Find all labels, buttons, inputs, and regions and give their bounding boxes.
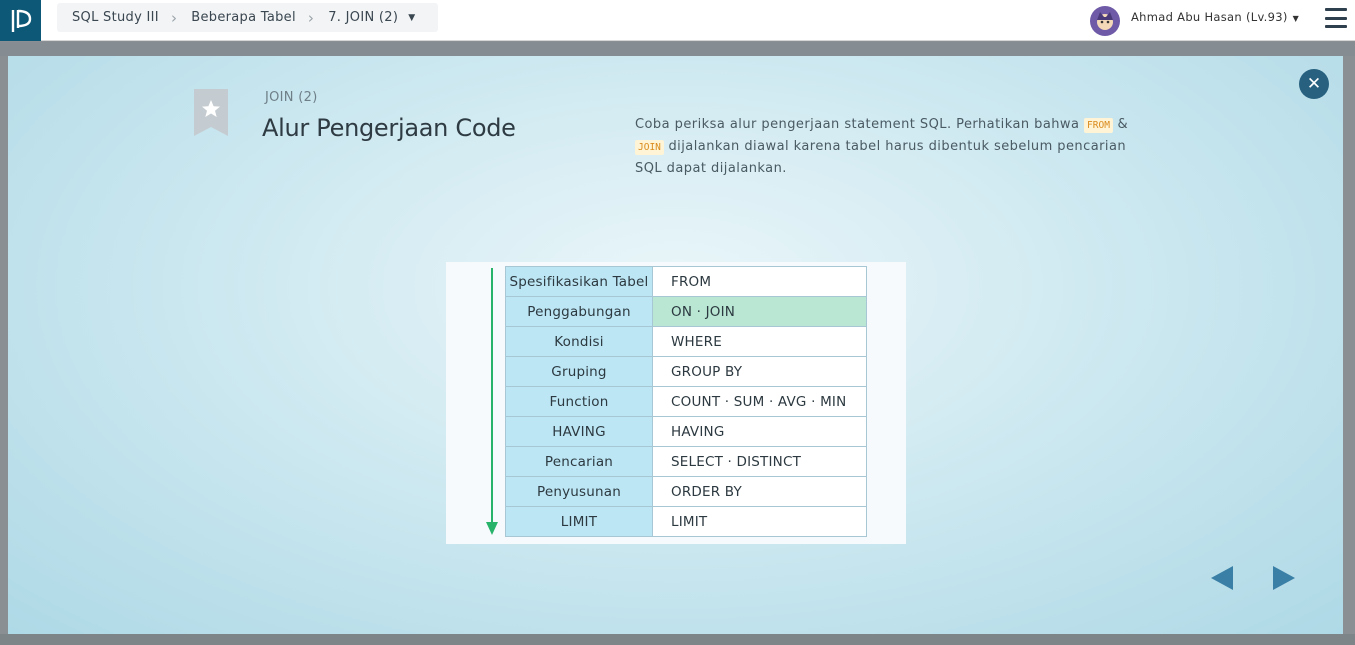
avatar[interactable]: [1090, 6, 1120, 36]
flow-step-label: Gruping: [505, 356, 653, 387]
bookmark-icon[interactable]: [194, 89, 228, 136]
table-row: HAVING HAVING: [505, 416, 867, 447]
caret-down-icon[interactable]: ▼: [408, 13, 415, 23]
description-text: &: [1112, 117, 1129, 132]
chevron-right-icon: ›: [307, 8, 315, 27]
close-icon[interactable]: ✕: [1299, 69, 1329, 99]
flow-step-keyword: ORDER BY: [652, 476, 867, 507]
flow-step-keyword: SELECT · DISTINCT: [652, 446, 867, 477]
breadcrumb: SQL Study III › Beberapa Tabel › 7. JOIN…: [57, 3, 438, 32]
arrow-down-icon: [486, 522, 498, 535]
lesson-subtitle: JOIN (2): [265, 90, 318, 105]
flow-step-label: Penyusunan: [505, 476, 653, 507]
lesson-slide-modal: ✕ JOIN (2) Alur Pengerjaan Code Coba per…: [8, 56, 1343, 634]
flow-step-keyword: LIMIT: [652, 506, 867, 537]
caret-down-icon[interactable]: ▼: [1293, 14, 1299, 23]
table-row: Penyusunan ORDER BY: [505, 476, 867, 507]
user-name[interactable]: Ahmad Abu Hasan (Lv.93): [1131, 10, 1288, 24]
table-row: Penggabungan ON · JOIN: [505, 296, 867, 327]
flow-step-keyword: GROUP BY: [652, 356, 867, 387]
flow-step-keyword: FROM: [652, 266, 867, 297]
flow-step-label: LIMIT: [505, 506, 653, 537]
table-row: Spesifikasikan Tabel FROM: [505, 266, 867, 297]
code-from: FROM: [1084, 118, 1113, 133]
flow-step-keyword: WHERE: [652, 326, 867, 357]
code-join: JOIN: [635, 140, 664, 155]
next-slide-icon[interactable]: [1273, 566, 1295, 590]
breadcrumb-course[interactable]: SQL Study III: [72, 10, 159, 25]
flow-step-label: Kondisi: [505, 326, 653, 357]
previous-slide-icon[interactable]: [1211, 566, 1233, 590]
hamburger-icon[interactable]: [1325, 8, 1347, 28]
sql-execution-flow-figure: Spesifikasikan Tabel FROM Penggabungan ON ·…: [446, 262, 906, 544]
flow-arrow: [491, 268, 493, 526]
flow-step-label: HAVING: [505, 416, 653, 447]
user-menu[interactable]: Ahmad Abu Hasan (Lv.93) ▼: [1090, 5, 1299, 37]
flow-step-keyword: ON · JOIN: [652, 296, 867, 327]
flow-step-label: Pencarian: [505, 446, 653, 477]
flow-table: Spesifikasikan Tabel FROM Penggabungan ON ·…: [505, 266, 867, 537]
flow-step-label: Penggabungan: [505, 296, 653, 327]
flow-step-label: Function: [505, 386, 653, 417]
backdrop: [0, 42, 1355, 56]
table-row: Function COUNT · SUM · AVG · MIN: [505, 386, 867, 417]
app-logo-icon[interactable]: [0, 0, 41, 41]
description-text: Coba periksa alur pengerjaan statement S…: [635, 117, 1085, 132]
table-row: Kondisi WHERE: [505, 326, 867, 357]
slide-description: Coba periksa alur pengerjaan statement S…: [635, 114, 1145, 180]
backdrop-bottom: [0, 634, 1355, 645]
flow-step-keyword: COUNT · SUM · AVG · MIN: [652, 386, 867, 417]
flow-step-label: Spesifikasikan Tabel: [505, 266, 653, 297]
breadcrumb-lesson[interactable]: 7. JOIN (2): [328, 10, 398, 25]
table-row: Pencarian SELECT · DISTINCT: [505, 446, 867, 477]
description-text: dijalankan diawal karena tabel harus dib…: [635, 139, 1127, 176]
chevron-right-icon: ›: [170, 8, 178, 27]
top-navbar: SQL Study III › Beberapa Tabel › 7. JOIN…: [0, 0, 1355, 41]
breadcrumb-section[interactable]: Beberapa Tabel: [191, 10, 296, 25]
flow-step-keyword: HAVING: [652, 416, 867, 447]
table-row: Gruping GROUP BY: [505, 356, 867, 387]
table-row: LIMIT LIMIT: [505, 506, 867, 537]
lesson-title: Alur Pengerjaan Code: [262, 114, 516, 142]
